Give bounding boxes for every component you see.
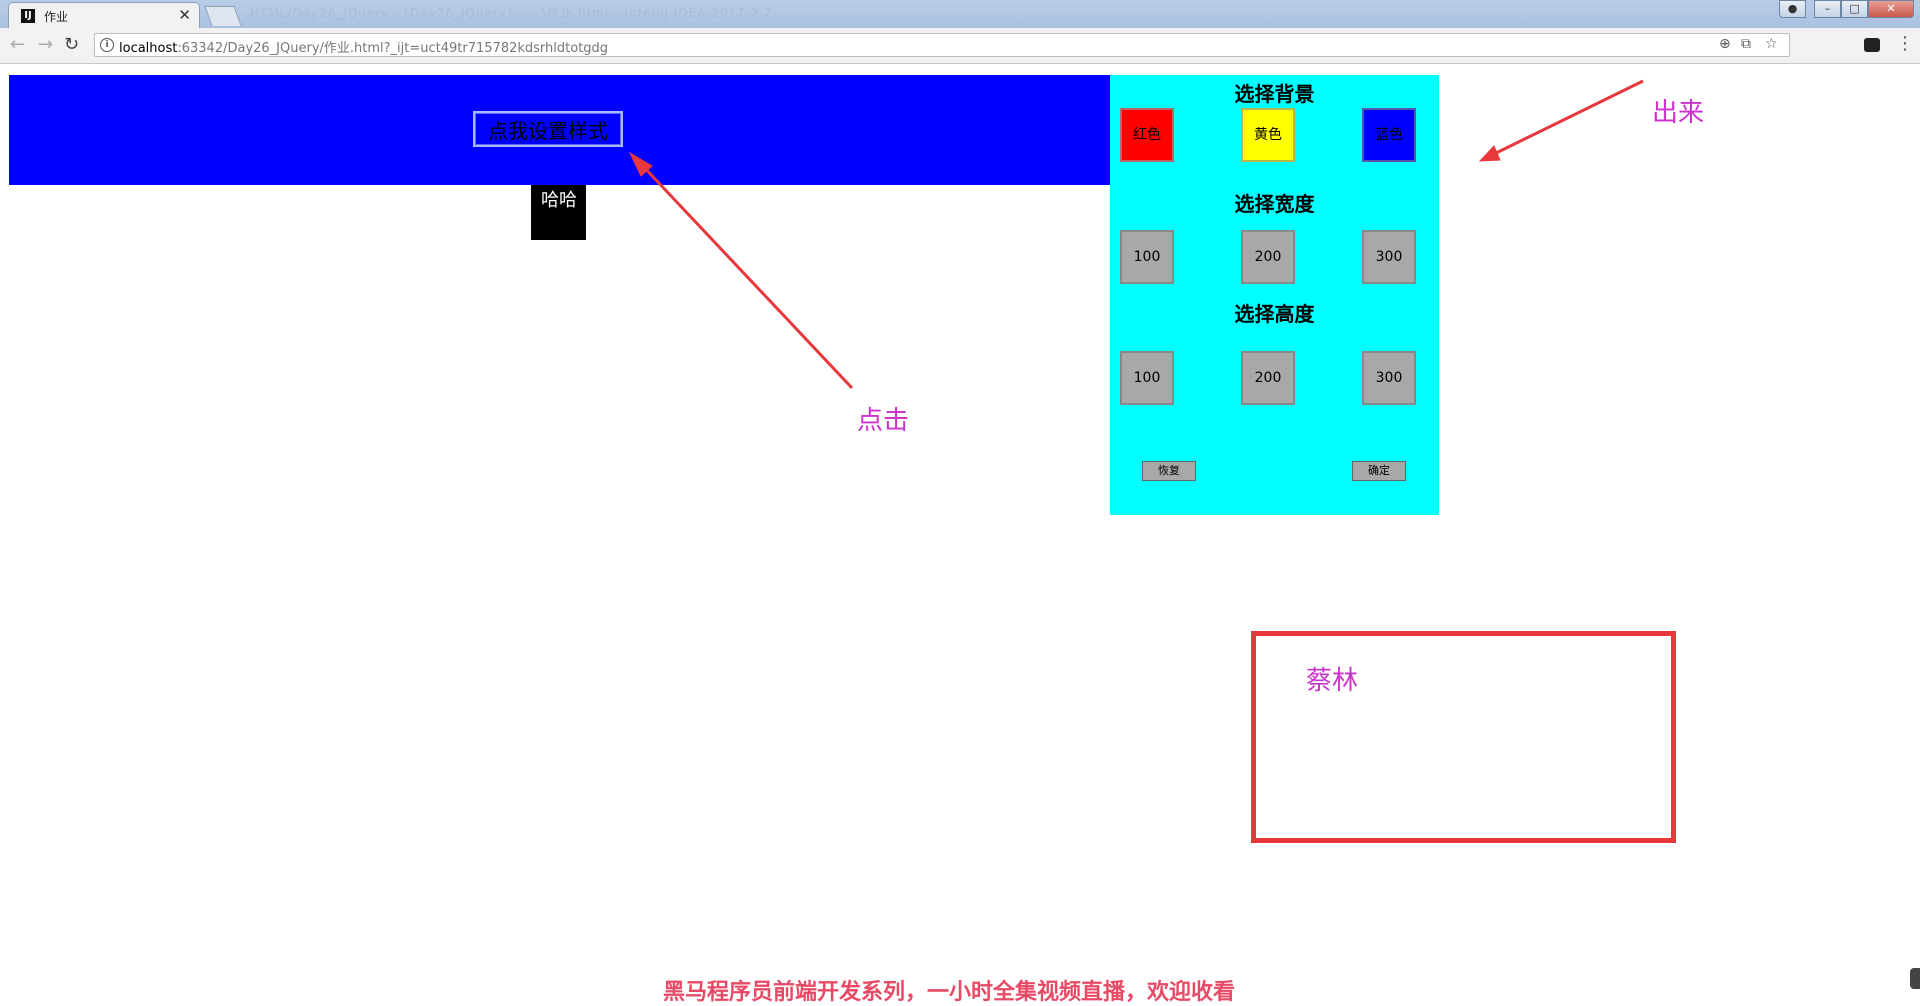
window-titlebar: IJ 作业 ✕ HTML/Day26_JQuery - [Day26_JQuer… <box>0 0 1920 28</box>
translate-icon[interactable]: ⧉ <box>1741 36 1751 52</box>
width-200-button[interactable]: 200 <box>1241 230 1295 284</box>
minimize-button[interactable]: – <box>1814 0 1841 18</box>
close-tab-icon[interactable]: ✕ <box>178 6 191 24</box>
browser-toolbar: ← → ↻ i localhost:63342/Day26_JQuery/作业.… <box>0 28 1920 64</box>
target-box-text: 哈哈 <box>541 190 577 211</box>
background-window-title: HTML/Day26_JQuery - [Day26_JQuery] - ...… <box>250 6 773 20</box>
height-300-button[interactable]: 300 <box>1362 351 1416 405</box>
bg-red-button[interactable]: 红色 <box>1120 108 1174 162</box>
bookmark-star-icon[interactable]: ☆ <box>1765 36 1778 52</box>
width-heading: 选择宽度 <box>1234 192 1315 216</box>
url-text[interactable]: localhost:63342/Day26_JQuery/作业.html?_ij… <box>119 37 608 56</box>
tab-title: 作业 <box>44 10 69 24</box>
arrow-to-panel <box>1478 79 1644 162</box>
annotation-name-label: 蔡林 <box>1306 666 1359 696</box>
restore-button[interactable]: 恢复 <box>1142 461 1196 481</box>
width-100-button[interactable]: 100 <box>1120 230 1174 284</box>
width-300-button[interactable]: 300 <box>1362 230 1416 284</box>
bg-blue-button[interactable]: 蓝色 <box>1362 108 1416 162</box>
bg-heading: 选择背景 <box>1234 82 1315 106</box>
user-profile-icon[interactable]: ● <box>1779 0 1806 18</box>
bg-yellow-button[interactable]: 黄色 <box>1241 108 1295 162</box>
arrow-to-button <box>628 151 854 390</box>
height-100-button[interactable]: 100 <box>1120 351 1174 405</box>
maximize-button[interactable]: □ <box>1841 0 1868 18</box>
height-heading: 选择高度 <box>1234 302 1315 326</box>
info-icon[interactable]: i <box>100 38 114 52</box>
zoom-icon[interactable]: ⊕ <box>1719 36 1731 52</box>
close-window-button[interactable]: ✕ <box>1868 0 1914 18</box>
height-200-button[interactable]: 200 <box>1241 351 1295 405</box>
extension-icon[interactable] <box>1864 38 1880 52</box>
annotation-out-label: 出来 <box>1652 98 1705 128</box>
confirm-button[interactable]: 确定 <box>1352 461 1406 481</box>
new-tab-button[interactable] <box>204 6 242 26</box>
intellij-icon: IJ <box>21 9 35 23</box>
watermark-text: 黑马程序员前端开发系列，一小时全集视频直播，欢迎收看 <box>663 980 1236 1005</box>
scroll-handle[interactable] <box>1910 968 1920 989</box>
annotation-click-label: 点击 <box>857 406 910 436</box>
menu-kebab-icon[interactable]: ⋮ <box>1896 33 1914 54</box>
forward-arrow-icon[interactable]: → <box>38 34 53 56</box>
browser-tab-active[interactable]: IJ 作业 ✕ <box>8 2 200 28</box>
back-arrow-icon[interactable]: ← <box>10 34 25 56</box>
reload-icon[interactable]: ↻ <box>64 34 79 56</box>
address-bar[interactable]: i localhost:63342/Day26_JQuery/作业.html?_… <box>94 33 1790 57</box>
set-style-button[interactable]: 点我设置样式 <box>473 111 623 147</box>
